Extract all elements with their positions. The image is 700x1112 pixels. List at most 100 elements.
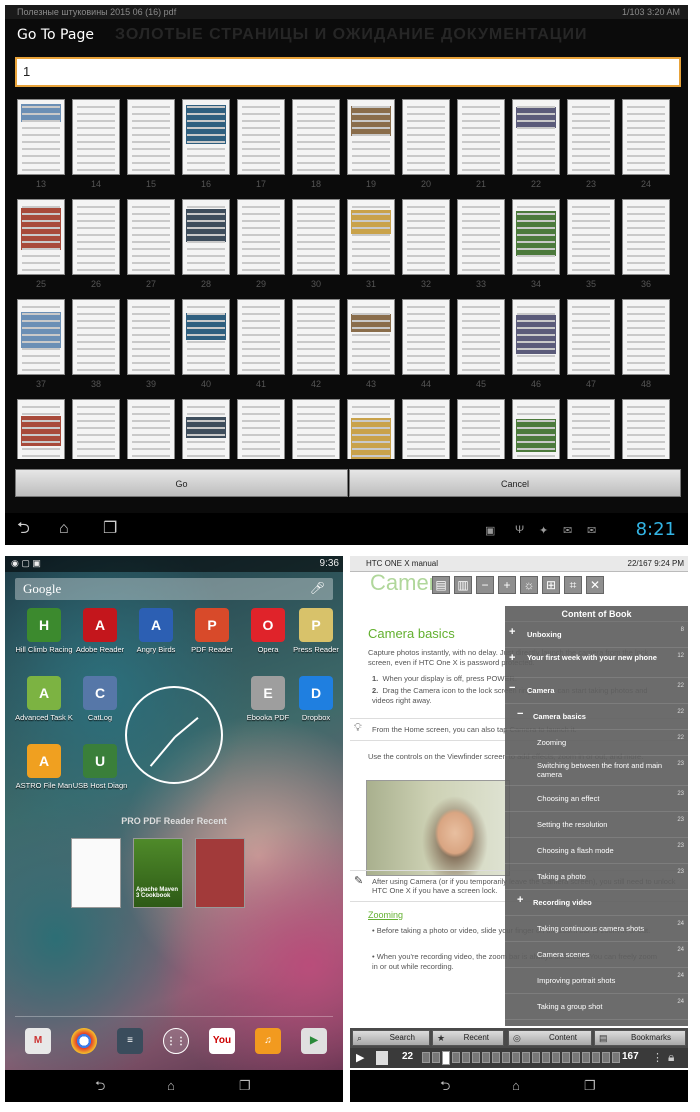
page-thumbnail[interactable]: [72, 199, 120, 275]
page-thumbnail[interactable]: [567, 399, 615, 459]
page-thumbnail[interactable]: [347, 299, 395, 375]
toc-item[interactable]: − Camera basics 22: [505, 704, 688, 730]
app-dropbox[interactable]: D Dropbox: [283, 676, 343, 722]
page-thumbnail[interactable]: [457, 99, 505, 175]
page-thumbnail[interactable]: [347, 399, 395, 459]
tab-bookmarks[interactable]: ▤ Bookmarks: [594, 1030, 686, 1046]
page-thumbnail[interactable]: [292, 299, 340, 375]
tab-content[interactable]: ◎ Content: [508, 1030, 592, 1046]
toc-item[interactable]: Taking a photo 23: [505, 864, 688, 890]
page-thumbnail[interactable]: [457, 399, 505, 459]
table-of-contents-panel[interactable]: Content of Book + Unboxing 8 + Your first we…: [505, 606, 688, 1026]
back-icon[interactable]: ⮌: [17, 521, 30, 537]
page-thumbnail[interactable]: [127, 199, 175, 275]
page-thumbnail[interactable]: [622, 99, 670, 175]
page-thumbnail[interactable]: [457, 199, 505, 275]
recent-book-3[interactable]: [195, 838, 245, 908]
toc-item[interactable]: + Your first week with your new phone 12: [505, 648, 688, 678]
page-number-input[interactable]: 1: [15, 57, 681, 87]
zoom-in-icon[interactable]: +: [498, 576, 516, 594]
app-usb[interactable]: U USB Host Diagn: [67, 744, 133, 790]
single-page-icon[interactable]: ▤: [432, 576, 450, 594]
lock-icon[interactable]: 🔒︎: [668, 1050, 674, 1065]
toc-item[interactable]: Setting the resolution 23: [505, 812, 688, 838]
gmail-dock-icon[interactable]: M: [25, 1028, 51, 1054]
chrome-icon[interactable]: [71, 1028, 97, 1054]
page-scrubber[interactable]: ▶ 22 167 ⋮ 🔒︎: [350, 1048, 688, 1068]
crop-icon[interactable]: ⌗: [564, 576, 582, 594]
analog-clock-widget[interactable]: [125, 686, 223, 784]
page-thumbnail[interactable]: [17, 299, 65, 375]
page-thumbnail[interactable]: [512, 99, 560, 175]
expand-icon[interactable]: +: [509, 627, 515, 638]
tab-recent[interactable]: ★ Recent: [432, 1030, 504, 1046]
close-icon[interactable]: ✕: [586, 576, 604, 594]
page-thumbnail[interactable]: [622, 199, 670, 275]
zoom-out-icon[interactable]: −: [476, 576, 494, 594]
page-thumbnail[interactable]: [402, 199, 450, 275]
toc-item[interactable]: Improving portrait shots 24: [505, 968, 688, 994]
recent-apps-icon[interactable]: ❐: [584, 1078, 596, 1094]
page-thumbnail[interactable]: [292, 399, 340, 459]
page-thumbnail[interactable]: [182, 399, 230, 459]
back-icon[interactable]: ⮌: [95, 1078, 105, 1094]
google-search-bar[interactable]: Google 🎤︎: [15, 578, 333, 600]
home-icon[interactable]: ⌂: [59, 521, 69, 537]
page-thumbnail[interactable]: [567, 99, 615, 175]
music-icon[interactable]: ♫: [255, 1028, 281, 1054]
home-icon[interactable]: ⌂: [167, 1078, 175, 1094]
collapse-icon[interactable]: −: [517, 709, 523, 720]
page-thumbnail[interactable]: [402, 299, 450, 375]
page-thumbnail[interactable]: [512, 299, 560, 375]
toc-item[interactable]: Taking a group shot 24: [505, 994, 688, 1020]
toc-item[interactable]: − Camera 22: [505, 678, 688, 704]
page-thumbnail[interactable]: [127, 399, 175, 459]
page-thumbnail[interactable]: [292, 99, 340, 175]
page-thumbnail[interactable]: [127, 99, 175, 175]
go-button[interactable]: Go: [15, 469, 348, 497]
text-mode-icon[interactable]: ▥: [454, 576, 472, 594]
brightness-icon[interactable]: ☼: [520, 576, 538, 594]
app-drawer-icon[interactable]: ⋮⋮: [163, 1028, 189, 1054]
page-thumbnail[interactable]: [622, 399, 670, 459]
recent-book-1[interactable]: [71, 838, 121, 908]
toc-item[interactable]: + Recording video: [505, 890, 688, 916]
more-icon[interactable]: ⋮: [652, 1051, 663, 1064]
page-thumbnail[interactable]: [237, 399, 285, 459]
page-thumbnail[interactable]: [72, 99, 120, 175]
page-thumbnail[interactable]: [402, 399, 450, 459]
expand-icon[interactable]: +: [509, 653, 515, 664]
page-thumbnail[interactable]: [567, 299, 615, 375]
page-thumbnail[interactable]: [237, 299, 285, 375]
collapse-icon[interactable]: −: [509, 683, 515, 694]
page-thumbnail[interactable]: [182, 299, 230, 375]
page-thumbnail[interactable]: [567, 199, 615, 275]
youtube-icon[interactable]: You: [209, 1028, 235, 1054]
page-thumbnail[interactable]: [17, 399, 65, 459]
toc-item[interactable]: Taking continuous camera shots 24: [505, 916, 688, 942]
toc-item[interactable]: Zooming 22: [505, 730, 688, 756]
tab-search[interactable]: ⌕ Search: [352, 1030, 430, 1046]
play-icon[interactable]: ▶: [356, 1051, 364, 1064]
page-thumbnail[interactable]: [512, 199, 560, 275]
page-thumbnail[interactable]: [457, 299, 505, 375]
app-press-reader[interactable]: P Press Reader: [283, 608, 343, 654]
recent-apps-icon[interactable]: ❐: [239, 1078, 251, 1094]
page-thumbnail[interactable]: [237, 199, 285, 275]
page-thumbnail[interactable]: [622, 299, 670, 375]
toc-item[interactable]: Switching between the front and main cam…: [505, 756, 688, 786]
play-store-icon[interactable]: ▶: [301, 1028, 327, 1054]
page-thumbnail[interactable]: [182, 199, 230, 275]
page-thumbnail[interactable]: [237, 99, 285, 175]
toc-item[interactable]: Choosing a flash mode 23: [505, 838, 688, 864]
app-catlog[interactable]: C CatLog: [67, 676, 133, 722]
toc-item[interactable]: Choosing an effect 23: [505, 786, 688, 812]
back-icon[interactable]: ⮌: [440, 1078, 450, 1094]
page-thumbnail[interactable]: [17, 99, 65, 175]
page-thumbnail[interactable]: [72, 399, 120, 459]
recent-apps-icon[interactable]: ❐: [103, 521, 117, 537]
page-thumbnail[interactable]: [127, 299, 175, 375]
toc-item[interactable]: Camera scenes 24: [505, 942, 688, 968]
page-thumbnail[interactable]: [292, 199, 340, 275]
toc-item[interactable]: + Unboxing 8: [505, 622, 688, 648]
